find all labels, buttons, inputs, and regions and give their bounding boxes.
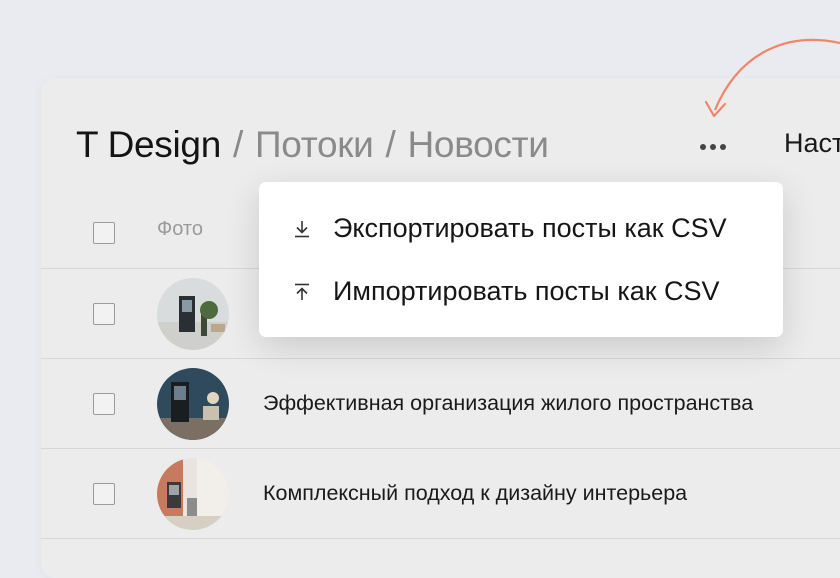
more-options-menu: Экспортировать посты как CSV Импортирова…: [259, 182, 783, 337]
import-csv-label: Импортировать посты как CSV: [333, 275, 720, 306]
breadcrumb-news: Новости: [407, 124, 549, 165]
breadcrumb-root[interactable]: T Design: [76, 124, 221, 166]
post-thumbnail: [157, 458, 229, 530]
more-options-button[interactable]: [691, 133, 735, 161]
table-row[interactable]: Комплексный подход к дизайну интерьера: [41, 449, 840, 539]
more-dot: [720, 144, 726, 150]
post-thumbnail: [157, 368, 229, 440]
more-horizontal-icon: [700, 144, 706, 150]
annotation-arrow: [704, 38, 840, 118]
row-checkbox[interactable]: [93, 483, 115, 505]
breadcrumb-separator: /: [385, 124, 396, 165]
breadcrumb-streams[interactable]: Потоки: [255, 124, 374, 166]
upload-icon: [295, 283, 309, 300]
row-checkbox[interactable]: [93, 303, 115, 325]
row-checkbox[interactable]: [93, 393, 115, 415]
breadcrumb: T Design / Потоки / Новости: [76, 122, 549, 168]
import-csv-menu-item[interactable]: Импортировать посты как CSV: [259, 263, 783, 319]
select-all-checkbox[interactable]: [93, 222, 115, 244]
more-dot: [710, 144, 716, 150]
settings-link[interactable]: Наст: [784, 128, 840, 159]
export-csv-label: Экспортировать посты как CSV: [333, 212, 727, 243]
post-title: Эффективная организация жилого пространс…: [263, 391, 754, 415]
breadcrumb-separator: /: [233, 124, 243, 165]
photo-column-header: Фото: [157, 218, 203, 240]
post-title: Комплексный подход к дизайну интерьера: [263, 481, 688, 505]
download-icon: [295, 221, 309, 238]
table-row[interactable]: Эффективная организация жилого пространс…: [41, 359, 840, 449]
post-thumbnail: [157, 278, 229, 350]
export-csv-menu-item[interactable]: Экспортировать посты как CSV: [259, 200, 783, 256]
